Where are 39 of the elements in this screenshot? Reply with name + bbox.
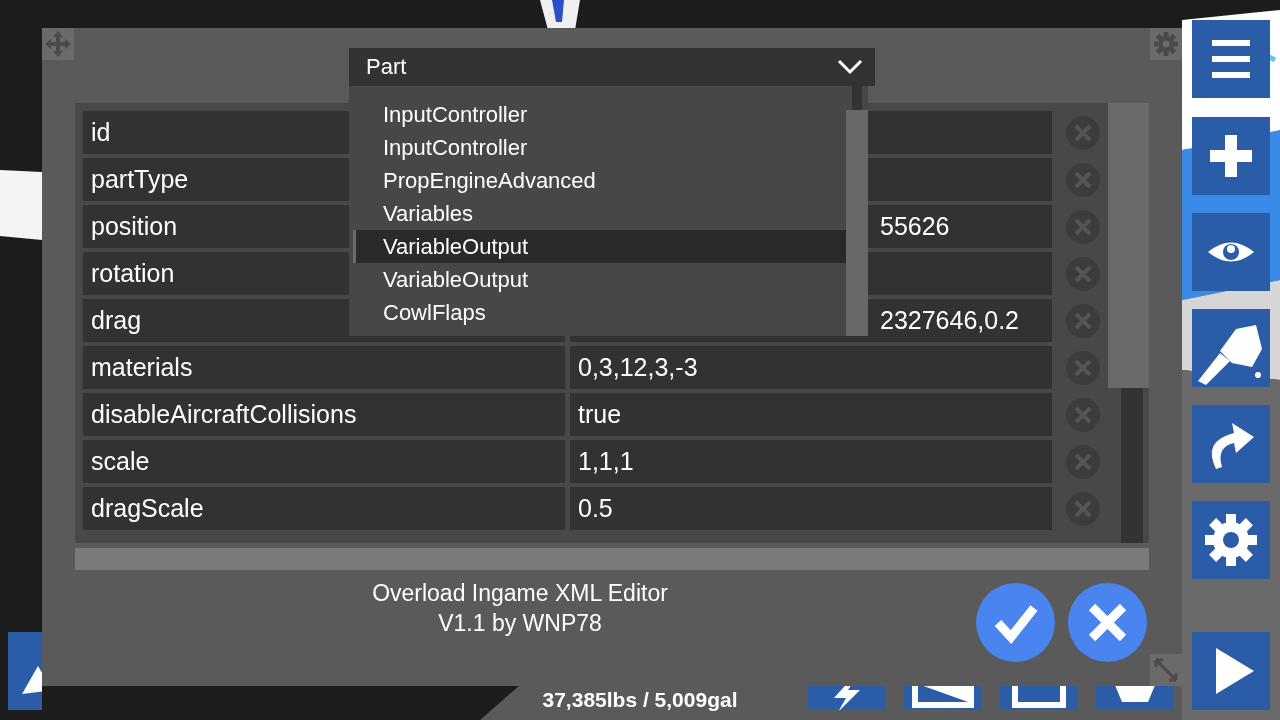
delete-icon[interactable] [1065, 396, 1101, 433]
delete-icon[interactable] [1065, 302, 1101, 339]
move-icon[interactable] [42, 28, 74, 60]
property-name: disableAircraftCollisions [83, 393, 565, 436]
delete-icon[interactable] [1065, 208, 1101, 245]
plus-icon[interactable] [1192, 117, 1270, 195]
delete-icon[interactable] [1065, 114, 1101, 151]
paintbrush-icon[interactable] [1192, 309, 1270, 387]
delete-icon[interactable] [1065, 490, 1101, 527]
chevron-icon [837, 58, 863, 76]
scrollbar-track [852, 86, 862, 110]
property-value-field[interactable]: true [570, 393, 1052, 436]
bolt-icon[interactable] [808, 686, 886, 710]
property-name: scale [83, 440, 565, 483]
menu-icon[interactable] [1192, 20, 1270, 98]
property-value-field[interactable]: 0.5 [570, 487, 1052, 530]
scrollbar-thumb[interactable] [846, 110, 868, 336]
redo-icon[interactable] [1192, 405, 1270, 483]
eye-icon[interactable] [1192, 213, 1270, 291]
slanted-frame-icon[interactable] [904, 686, 982, 710]
weight-fuel-readout: 37,385lbs / 5,009gal [542, 688, 738, 712]
editor-title: Overload Ingame XML Editor [372, 579, 668, 608]
delete-icon[interactable] [1065, 443, 1101, 480]
menu-item[interactable]: VariableOutput [353, 230, 846, 263]
scrollbar-thumb[interactable] [1108, 103, 1149, 388]
delete-icon[interactable] [1065, 349, 1101, 386]
delete-icon[interactable] [1065, 255, 1101, 292]
version-label: V1.1 by WNP78 [438, 609, 602, 638]
resize-icon[interactable] [1150, 654, 1182, 686]
property-value-field[interactable]: 1,1,1 [570, 440, 1052, 483]
horizontal-scrollbar[interactable] [75, 548, 1149, 570]
property-name: materials [83, 346, 565, 389]
delete-icon[interactable] [1065, 161, 1101, 198]
play-icon[interactable] [1192, 632, 1270, 710]
part-dropdown[interactable]: Part [349, 48, 875, 86]
property-name: dragScale [83, 487, 565, 530]
settings-icon[interactable] [1192, 501, 1270, 579]
window-icon[interactable] [1000, 686, 1078, 710]
property-value-field[interactable]: 0,3,12,3,-3 [570, 346, 1052, 389]
